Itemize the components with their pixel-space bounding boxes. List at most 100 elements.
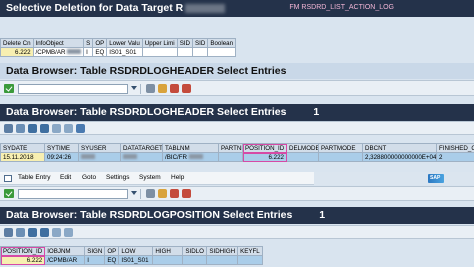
- cell[interactable]: [192, 47, 209, 57]
- col-header[interactable]: SYTIME: [44, 143, 79, 153]
- check-icon[interactable]: [4, 84, 14, 93]
- col-header[interactable]: IOBJNM: [44, 246, 86, 256]
- col-header[interactable]: PARTNM: [218, 143, 243, 153]
- panel1-title: Selective Deletion for Data Target R: [6, 2, 184, 14]
- col-header[interactable]: OP: [92, 38, 108, 48]
- menu-system[interactable]: System: [139, 174, 161, 181]
- chevron-down-icon[interactable]: [131, 86, 137, 90]
- col-header[interactable]: HIGH: [152, 246, 184, 256]
- table-row[interactable]: 15.11.2018 09:24:26 /BIC/FR 6.222 2,3288…: [0, 152, 474, 162]
- col-header[interactable]: FINISHED_ON: [436, 143, 474, 153]
- table-row[interactable]: 6.222 /CPMB/AR I EQ IS01_S01: [0, 47, 237, 57]
- details-icon[interactable]: [4, 228, 13, 237]
- cancel-icon[interactable]: [170, 189, 179, 198]
- print-icon[interactable]: [64, 124, 73, 133]
- col-header[interactable]: Boolean: [207, 38, 237, 48]
- cell-sydate[interactable]: 15.11.2018: [0, 152, 45, 162]
- details-icon[interactable]: [4, 124, 13, 133]
- refresh-icon[interactable]: [16, 228, 25, 237]
- col-header[interactable]: LOW: [118, 246, 154, 256]
- exit-icon[interactable]: [182, 84, 191, 93]
- cell[interactable]: I: [83, 47, 94, 57]
- chevron-down-icon[interactable]: [131, 191, 137, 195]
- col-header[interactable]: SYDATE: [0, 143, 45, 153]
- col-header[interactable]: Upper Limi: [141, 38, 178, 48]
- sort-icon[interactable]: [28, 228, 37, 237]
- cell[interactable]: IS01_S01: [106, 47, 143, 57]
- cell-sidlo[interactable]: [182, 255, 208, 265]
- cell-syuser[interactable]: [78, 152, 121, 162]
- cell-sign[interactable]: I: [84, 255, 106, 265]
- check-icon[interactable]: [4, 189, 14, 198]
- menu-goto[interactable]: Goto: [82, 174, 96, 181]
- col-header[interactable]: SIDLO: [182, 246, 208, 256]
- refresh-icon[interactable]: [16, 124, 25, 133]
- col-header[interactable]: DBCNT: [362, 143, 437, 153]
- col-header[interactable]: OP: [104, 246, 120, 256]
- back-icon[interactable]: [158, 189, 167, 198]
- sum-icon[interactable]: [52, 124, 61, 133]
- cell-sidhigh[interactable]: [206, 255, 239, 265]
- col-header[interactable]: S: [83, 38, 94, 48]
- col-header[interactable]: SYUSER: [78, 143, 121, 153]
- col-header[interactable]: Lower Valu: [106, 38, 143, 48]
- col-header[interactable]: SIGN: [84, 246, 106, 256]
- cell-delmode[interactable]: [286, 152, 319, 162]
- col-header[interactable]: SID: [192, 38, 209, 48]
- cell-partmode[interactable]: [318, 152, 363, 162]
- sort-icon[interactable]: [28, 124, 37, 133]
- cell[interactable]: [207, 47, 237, 57]
- menu-table-entry[interactable]: Table Entry: [18, 174, 51, 181]
- col-header-position-id[interactable]: POSITION_ID: [0, 246, 46, 256]
- col-header[interactable]: SID: [176, 38, 194, 48]
- cell-partnm[interactable]: [218, 152, 243, 162]
- print-icon[interactable]: [64, 228, 73, 237]
- menu-settings[interactable]: Settings: [106, 174, 130, 181]
- window-icon[interactable]: [4, 175, 12, 182]
- panel3-table: POSITION_ID IOBJNM SIGN OP LOW HIGH SIDL…: [0, 246, 263, 265]
- cell-delete-cnt[interactable]: 6.222: [0, 47, 34, 57]
- table-header-row: POSITION_ID IOBJNM SIGN OP LOW HIGH SIDL…: [0, 246, 263, 256]
- col-header-position-id[interactable]: POSITION_ID: [242, 143, 287, 153]
- cell-keyfl[interactable]: [237, 255, 263, 265]
- menu-help[interactable]: Help: [171, 174, 184, 181]
- col-header[interactable]: KEYFL: [237, 246, 263, 256]
- col-header[interactable]: InfoObject: [32, 38, 85, 48]
- cell-op[interactable]: EQ: [104, 255, 120, 265]
- cell-dbcnt[interactable]: 2,328800000000000E+04: [362, 152, 437, 162]
- command-field[interactable]: [18, 84, 128, 94]
- menu-edit[interactable]: Edit: [60, 174, 71, 181]
- exit-icon[interactable]: [182, 189, 191, 198]
- save-icon[interactable]: [146, 189, 155, 198]
- cell[interactable]: [141, 47, 178, 57]
- back-icon[interactable]: [158, 84, 167, 93]
- col-header[interactable]: PARTMODE: [318, 143, 363, 153]
- command-field[interactable]: [18, 189, 128, 199]
- save-icon[interactable]: [146, 84, 155, 93]
- cell-finished-on[interactable]: 2: [436, 152, 474, 162]
- cell[interactable]: EQ: [92, 47, 108, 57]
- panel2-title: Data Browser: Table RSDRDLOGHEADER Selec…: [6, 106, 287, 118]
- col-header[interactable]: TABLNM: [162, 143, 219, 153]
- col-header[interactable]: Delete Cn: [0, 38, 34, 48]
- export-icon[interactable]: [76, 124, 85, 133]
- table-row[interactable]: 6.222 /CPMB/AR I EQ IS01_S01: [0, 255, 263, 265]
- col-header[interactable]: SIDHIGH: [206, 246, 239, 256]
- cell-iobjnm[interactable]: /CPMB/AR: [44, 255, 86, 265]
- col-header[interactable]: DATATARGET: [120, 143, 163, 153]
- col-header[interactable]: DELMODE: [286, 143, 319, 153]
- cell-sytime[interactable]: 09:24:26: [44, 152, 79, 162]
- sum-icon[interactable]: [52, 228, 61, 237]
- cancel-icon[interactable]: [170, 84, 179, 93]
- cell-high[interactable]: [152, 255, 184, 265]
- filter-icon[interactable]: [40, 124, 49, 133]
- cell-position-id[interactable]: 6.222: [242, 152, 287, 162]
- cell[interactable]: [176, 47, 194, 57]
- cell-infoobject[interactable]: /CPMB/AR: [32, 47, 85, 57]
- cell-position-id[interactable]: 6.222: [0, 255, 46, 265]
- filter-icon[interactable]: [40, 228, 49, 237]
- cell-datatarget[interactable]: [120, 152, 163, 162]
- cell-low[interactable]: IS01_S01: [118, 255, 154, 265]
- fm-annotation: FM RSDRD_LIST_ACTION_LOG: [289, 4, 394, 11]
- cell-tablnm[interactable]: /BIC/FR: [162, 152, 219, 162]
